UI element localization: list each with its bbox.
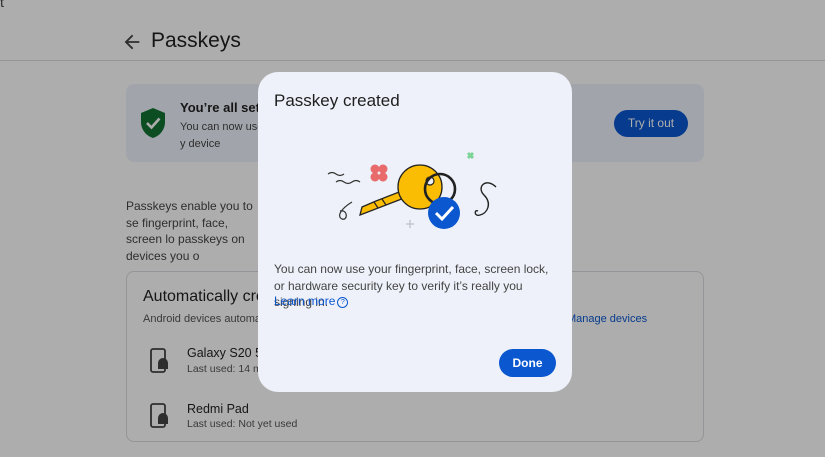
learn-more-label[interactable]: Learn more [274,294,335,308]
key-illustration [327,151,497,229]
learn-more-link[interactable]: Learn more? [274,294,349,308]
done-button[interactable]: Done [499,349,556,377]
help-circle-icon: ? [337,297,349,308]
dialog-title: Passkey created [274,91,400,110]
